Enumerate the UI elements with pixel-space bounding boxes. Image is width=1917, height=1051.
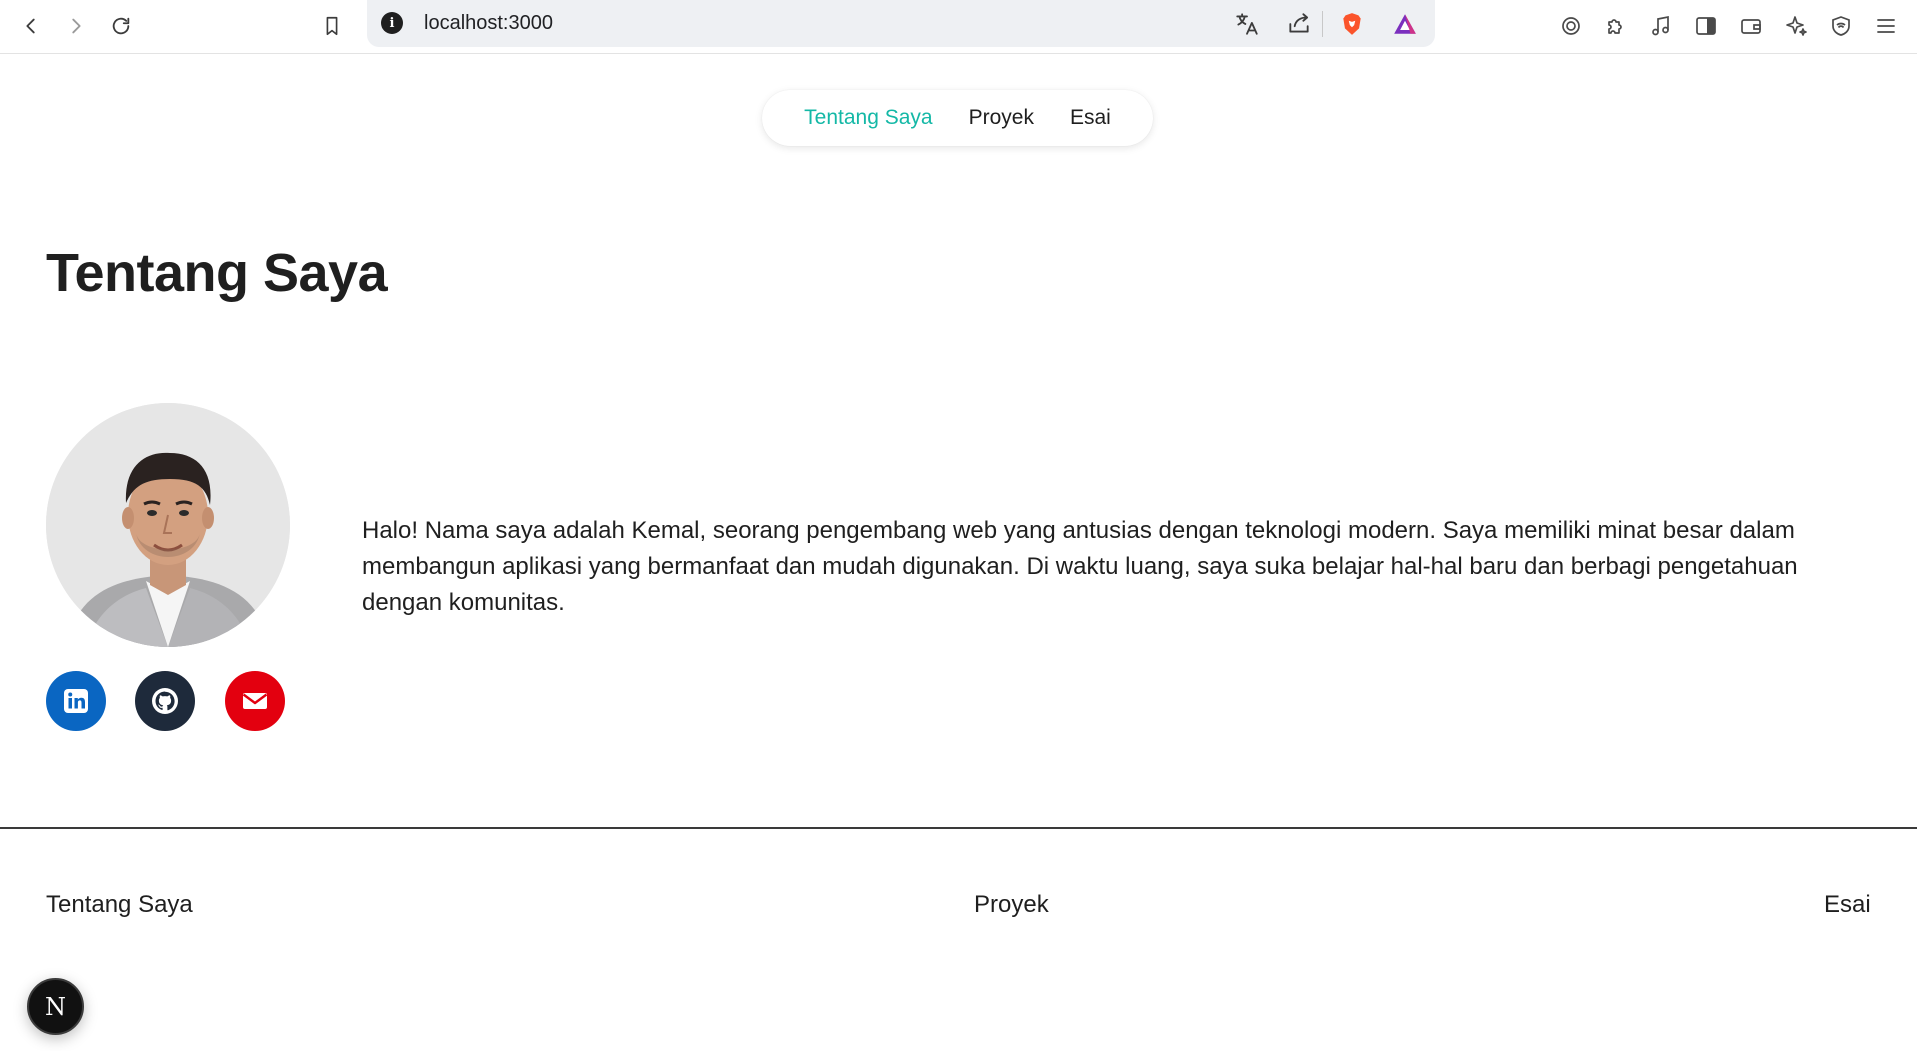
- sidebar-icon: [1696, 17, 1716, 35]
- nav-link-tentang-saya[interactable]: Tentang Saya: [804, 106, 932, 130]
- music-note-icon: [1652, 15, 1669, 36]
- wallet-button[interactable]: [1734, 9, 1768, 43]
- nextjs-dev-indicator[interactable]: N: [27, 978, 84, 1035]
- footer-link-esai[interactable]: Esai: [1824, 891, 1871, 919]
- nav-link-proyek[interactable]: Proyek: [969, 106, 1034, 130]
- profile-photo: [46, 403, 290, 647]
- extension-badge-icon: [1562, 17, 1580, 35]
- reload-icon: [112, 17, 130, 35]
- bookmark-icon: [326, 16, 338, 36]
- linkedin-icon: [64, 689, 88, 713]
- bio-text: Halo! Nama saya adalah Kemal, seorang pe…: [362, 517, 1798, 616]
- footer-link-tentang-saya[interactable]: Tentang Saya: [46, 891, 193, 919]
- address-separator: [1322, 11, 1323, 37]
- arrow-left-icon: [26, 18, 35, 34]
- arrow-right-icon: [72, 18, 81, 34]
- mail-icon: [242, 693, 268, 709]
- share-button[interactable]: [1283, 8, 1315, 40]
- github-icon: [152, 688, 178, 714]
- rewards-triangle-icon: [1394, 14, 1416, 34]
- top-navigation: Tentang Saya Proyek Esai: [762, 90, 1153, 146]
- sidebar-button[interactable]: [1689, 9, 1723, 43]
- sparkle-icon: [1786, 16, 1807, 36]
- wallet-icon: [1741, 19, 1761, 34]
- extension-button[interactable]: [1554, 9, 1588, 43]
- vpn-button[interactable]: [1824, 9, 1858, 43]
- puzzle-icon: [1608, 19, 1622, 34]
- github-link[interactable]: [135, 671, 195, 731]
- forward-button[interactable]: [59, 9, 93, 43]
- translate-icon: [1236, 13, 1258, 35]
- shield-icon: [1832, 16, 1850, 36]
- footer-divider: [0, 827, 1917, 829]
- portrait-image: [46, 403, 290, 647]
- url-text[interactable]: localhost:3000: [424, 12, 553, 35]
- translate-button[interactable]: [1231, 8, 1263, 40]
- footer-link-proyek[interactable]: Proyek: [974, 891, 1049, 919]
- share-icon: [1289, 13, 1309, 33]
- bookmark-button[interactable]: [315, 9, 349, 43]
- extensions-button[interactable]: [1599, 9, 1633, 43]
- reload-button[interactable]: [104, 9, 138, 43]
- back-button[interactable]: [14, 9, 48, 43]
- leo-ai-button[interactable]: [1779, 9, 1813, 43]
- brave-rewards-button[interactable]: [1389, 8, 1421, 40]
- menu-button[interactable]: [1869, 9, 1903, 43]
- browser-toolbar: i localhost:3000: [0, 0, 1917, 54]
- hamburger-icon: [1877, 19, 1895, 33]
- nav-link-esai[interactable]: Esai: [1070, 106, 1111, 130]
- address-bar[interactable]: i localhost:3000: [367, 0, 1435, 47]
- brave-shields-button[interactable]: [1336, 8, 1368, 40]
- email-link[interactable]: [225, 671, 285, 731]
- page-title: Tentang Saya: [46, 243, 388, 303]
- brave-lion-icon: [1343, 13, 1361, 35]
- media-button[interactable]: [1644, 9, 1678, 43]
- site-info-icon[interactable]: i: [381, 12, 403, 34]
- linkedin-link[interactable]: [46, 671, 106, 731]
